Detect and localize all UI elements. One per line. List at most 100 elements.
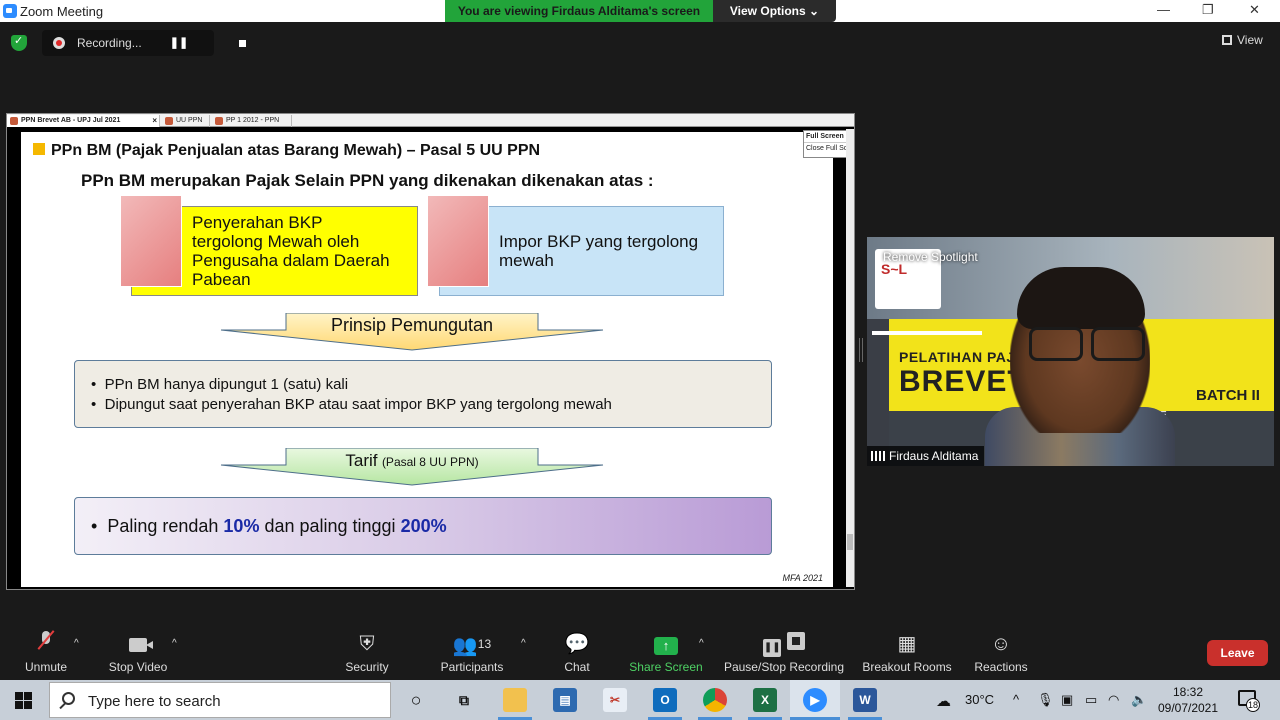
box-impor-text: Impor BKP yang tergolong mewah	[499, 232, 698, 270]
camera-icon	[104, 630, 172, 658]
recording-indicator: Recording... ❚❚	[42, 30, 246, 56]
minimize-button[interactable]: —	[1157, 2, 1170, 17]
outlook-icon[interactable]: O	[653, 688, 677, 712]
shield-icon: ⛨	[359, 633, 375, 655]
slide-title: PPn BM (Pajak Penjualan atas Barang Mewa…	[51, 142, 541, 159]
participants-options-caret[interactable]: ^	[521, 638, 526, 649]
share-arrow-icon: ↑	[628, 630, 704, 658]
principle-item: • Dipungut saat penyerahan BKP atau saat…	[91, 396, 612, 413]
chat-bubble-icon: 💬	[564, 633, 590, 655]
share-screen-label: Share Screen	[629, 660, 703, 674]
title-bullet-square	[33, 143, 45, 155]
meeting-controls-toolbar: Unmute ^ Stop Video ^ ⛨ Security 👥13 Par…	[0, 622, 1280, 680]
view-layout-button[interactable]: View	[1222, 33, 1263, 47]
windows-start-icon[interactable]	[15, 692, 32, 709]
participant-name-tag: Firdaus Alditama	[867, 446, 985, 466]
box-penyerahan-text: Penyerahan BKP tergolong Mewah oleh Peng…	[192, 213, 390, 289]
box-line: mewah	[499, 251, 554, 270]
tarif-reference: (Pasal 8 UU PPN)	[381, 455, 479, 469]
encryption-shield-icon[interactable]	[11, 34, 27, 51]
pause-stop-recording-button[interactable]: ❚❚ Pause/Stop Recording	[722, 622, 846, 680]
word-icon[interactable]: W	[853, 688, 877, 712]
tab-pp-1-2012[interactable]: PP 1 2012 - PPN	[212, 115, 292, 127]
share-screen-button[interactable]: ↑ Share Screen	[628, 622, 704, 680]
participants-count: 13	[477, 637, 492, 651]
taskbar-search-box[interactable]: Type here to search	[49, 682, 391, 718]
news-app-icon[interactable]: ▤	[553, 688, 577, 712]
share-options-caret[interactable]: ^	[699, 638, 704, 649]
zoom-icon[interactable]: ▶	[803, 688, 827, 712]
breakout-grid-icon: ▦	[897, 633, 917, 655]
restore-button[interactable]: ❐	[1202, 2, 1214, 18]
meet-now-icon[interactable]: ▣	[1061, 692, 1073, 708]
bullet: •	[91, 516, 98, 536]
speaker-video-tile: S~L PELATIHAN PAJ BREVET BATCH II INE Re…	[867, 237, 1274, 466]
task-view-icon[interactable]: ⧉	[452, 688, 476, 712]
prinsip-pemungutan-heading: Prinsip Pemungutan	[330, 315, 494, 335]
snipping-tool-icon[interactable]: ✂	[603, 688, 627, 712]
background-text: BATCH II	[1196, 387, 1260, 404]
split-divider-handle[interactable]	[859, 338, 863, 362]
chevron-up-icon[interactable]: ^	[1013, 692, 1019, 707]
stop-recording-button[interactable]	[236, 37, 248, 49]
audio-options-caret[interactable]: ^	[74, 638, 79, 649]
video-options-caret[interactable]: ^	[172, 638, 177, 649]
search-placeholder: Type here to search	[88, 693, 221, 710]
breakout-rooms-button[interactable]: ▦ Breakout Rooms	[860, 622, 954, 680]
tab-label: PP 1 2012 - PPN	[226, 117, 280, 124]
stop-video-button[interactable]: Stop Video	[104, 622, 172, 680]
speaker-hair	[1017, 267, 1145, 329]
participants-button[interactable]: 👥13 Participants	[436, 622, 508, 680]
tab-uu-ppn[interactable]: UU PPN	[162, 115, 210, 127]
tab-ppn-brevet[interactable]: PPN Brevet AB - UPJ Jul 2021 ×	[7, 115, 160, 127]
rate-high-value: 200%	[400, 516, 447, 536]
view-options-button[interactable]: View Options ⌄	[713, 0, 836, 22]
speaker-icon[interactable]: 🔈	[1131, 692, 1147, 708]
remove-spotlight-button[interactable]: Remove Spotlight	[883, 250, 978, 264]
wifi-icon[interactable]: ◠	[1108, 692, 1119, 708]
smiley-plus-icon: ☺	[990, 633, 1012, 655]
principle-text: PPn BM hanya dipungut 1 (satu) kali	[104, 376, 349, 393]
chrome-icon[interactable]	[703, 688, 727, 712]
decorative-pink-block	[120, 195, 182, 287]
tab-label: UU PPN	[176, 117, 203, 124]
shared-screen: PPN Brevet AB - UPJ Jul 2021 × UU PPN PP…	[6, 113, 855, 590]
zoom-app-icon	[3, 4, 17, 18]
temperature[interactable]: 30°C	[965, 692, 994, 707]
rate-text: dan paling tinggi	[259, 516, 401, 536]
mic-muted-icon	[18, 630, 74, 658]
microphone-icon[interactable]: 🎙	[1037, 692, 1054, 708]
close-window-button[interactable]: ✕	[1249, 2, 1260, 18]
vertical-scrollbar[interactable]	[846, 129, 854, 587]
cortana-icon[interactable]: ○	[404, 688, 428, 712]
rate-low-value: 10%	[223, 516, 260, 536]
pause-stop-icon: ❚❚	[722, 630, 846, 658]
box-line: Pengusaha dalam Daerah	[192, 251, 390, 270]
weather-icon[interactable]: ☁	[936, 692, 951, 710]
pause-recording-button[interactable]: ❚❚	[168, 30, 190, 56]
participant-name: Firdaus Alditama	[889, 449, 979, 463]
view-options-label: View Options	[729, 4, 806, 18]
file-explorer-icon[interactable]	[503, 688, 527, 712]
principle-text: Dipungut saat penyerahan BKP atau saat i…	[104, 396, 612, 413]
security-button[interactable]: ⛨ Security	[338, 622, 396, 680]
decorative-pink-block	[427, 195, 489, 287]
pause-stop-recording-label: Pause/Stop Recording	[723, 660, 845, 674]
excel-icon[interactable]: X	[753, 688, 777, 712]
record-dot-icon	[53, 37, 65, 49]
reactions-button[interactable]: ☺ Reactions	[972, 622, 1030, 680]
close-tab-icon[interactable]: ×	[152, 115, 157, 127]
box-line: Impor BKP yang tergolong	[499, 232, 699, 251]
window-title: Zoom Meeting	[20, 4, 104, 19]
chat-label: Chat	[564, 660, 590, 674]
search-icon	[62, 692, 75, 705]
unmute-button[interactable]: Unmute	[18, 622, 74, 680]
system-clock[interactable]: 18:32 09/07/2021	[1155, 684, 1221, 716]
chat-button[interactable]: 💬 Chat	[556, 622, 598, 680]
scrollbar-thumb[interactable]	[847, 534, 853, 550]
notification-count: 18	[1246, 698, 1260, 712]
notification-center-icon[interactable]: 18	[1238, 690, 1260, 712]
battery-icon[interactable]: ▭	[1085, 692, 1097, 708]
leave-meeting-button[interactable]: Leave	[1207, 640, 1268, 666]
view-label: View	[1237, 33, 1263, 47]
